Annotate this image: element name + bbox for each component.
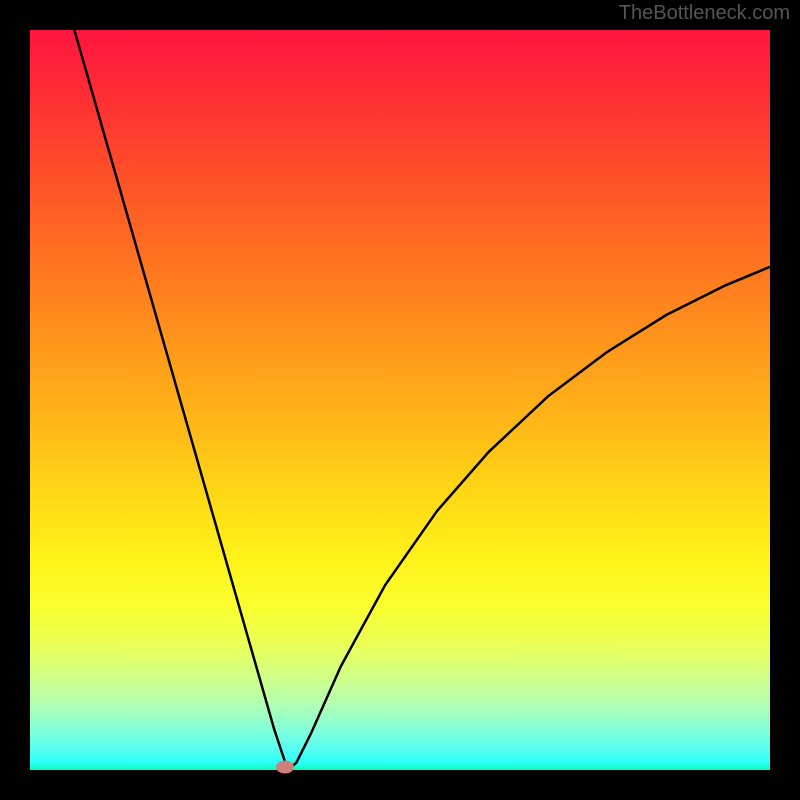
watermark-text: TheBottleneck.com	[619, 2, 790, 25]
optimal-point-marker	[276, 761, 294, 774]
bottleneck-curve	[30, 30, 770, 770]
